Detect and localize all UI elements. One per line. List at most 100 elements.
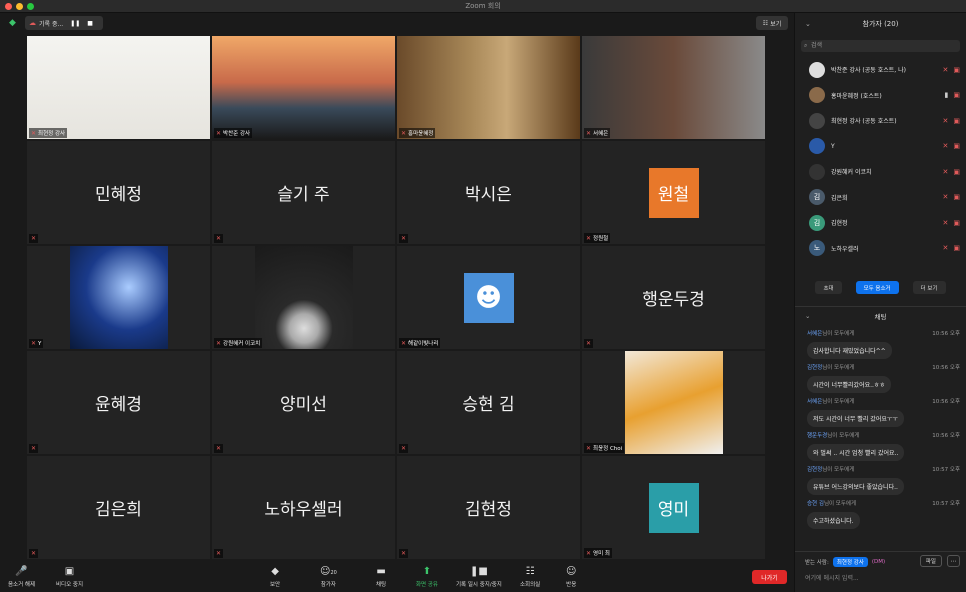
muted-mic-icon: ✕ <box>31 235 37 242</box>
breakout-rooms-button[interactable]: ☷ 소회의실 <box>520 565 540 588</box>
video-tile[interactable]: ✕ 최현정 강사 <box>27 36 210 139</box>
invite-button[interactable]: 초대 <box>815 281 842 294</box>
chat-message: 서혜은님이 모두에게 10:56 오후 저도 시간이 너무 빨리 갔어요ㅜㅜ <box>795 397 966 427</box>
side-panel: ⌄ 참가자 (20) ⌕ 검색 박찬준 강사 (공동 호스트, 나) ✕ ▣ 홍마윤혜… <box>794 13 966 592</box>
muted-mic-icon: ✕ <box>216 339 222 347</box>
participant-item[interactable]: 강원혜커 이코치 ✕ ▣ <box>795 159 966 185</box>
chat-message: 김현정님이 모두에게 10:56 오후 시간이 너무빨리갔어요..ㅎㅎ <box>795 363 966 393</box>
participant-item[interactable]: 홍마윤혜정 (호스트) ▮ ▣ <box>795 83 966 109</box>
chat-message: 승현 김님이 모두에게 10:57 오후 수고하셨습니다. <box>795 499 966 529</box>
chat-button[interactable]: ▬ 채팅 <box>376 565 386 588</box>
chat-bubble: 와 벌써 .. 시간 엄청 빨리 갔어요.. <box>807 444 905 461</box>
view-button[interactable]: ☷ 보기 <box>756 16 788 30</box>
participant-item-name: 최현정 강사 (공동 호스트) <box>831 118 897 126</box>
reactions-label: 반응 <box>566 582 577 588</box>
smiley-icon: ☺ <box>566 566 577 577</box>
meeting-toolbar: 🎤 음소거 해제 ▣ 비디오 중지 ◆ 보안 ☺20 참가자 ▬ 채팅 ⬆ 화면… <box>0 562 793 592</box>
video-tile[interactable]: 행운두경 ✕ <box>582 246 765 349</box>
file-button[interactable]: 파일 <box>919 555 942 567</box>
participant-item[interactable]: 김 김은희 ✕ ▣ <box>795 185 966 211</box>
chat-sender[interactable]: 김현정 <box>807 467 822 473</box>
video-tile[interactable]: ✕ 최윤정 Choi <box>582 351 765 454</box>
chat-sender-line: 김현정님이 모두에게 <box>807 465 854 474</box>
recording-indicator[interactable]: ☁ 기록 중... ❚❚ ■ <box>25 16 103 30</box>
video-tile[interactable]: ✕ 강원혜커 이코치 <box>212 246 395 349</box>
chat-sender[interactable]: 서혜은 <box>807 399 822 405</box>
chat-messages[interactable]: 서혜은님이 모두에게 10:56 오후 감사합니다 재밌었습니다^^ 김현정님이 모두… <box>795 329 966 545</box>
tile-label: ✕ <box>214 549 224 558</box>
video-tile[interactable]: 슬기 주 ✕ <box>212 141 395 244</box>
chat-recipient: 님이 모두에게 <box>822 399 855 405</box>
chevron-down-icon[interactable]: ⌄ <box>805 312 810 320</box>
participant-item-name: 노하우셀러 <box>831 245 859 253</box>
video-tile[interactable]: 윤혜경 ✕ <box>27 351 210 454</box>
participant-name: 민혜정 <box>95 185 142 205</box>
chat-input[interactable]: 여기에 메시지 입력... <box>805 573 859 582</box>
video-tile[interactable]: 김현정 ✕ <box>397 456 580 559</box>
participant-name: 양미선 <box>280 395 327 415</box>
video-tile[interactable]: ✕ Y <box>27 246 210 349</box>
share-screen-button[interactable]: ⬆ 화면 공유 <box>416 565 438 588</box>
participant-name: 슬기 주 <box>277 185 330 205</box>
chat-message-header: 김현정님이 모두에게 10:57 오후 <box>807 465 960 474</box>
people-icon: ☺20 <box>320 566 337 577</box>
chat-sender-line: 서혜은님이 모두에게 <box>807 329 854 338</box>
video-off-icon: ▣ <box>953 116 960 125</box>
shield-icon[interactable]: ◆ <box>9 18 19 28</box>
participant-name: 김현정 <box>465 500 512 520</box>
participants-button[interactable]: ☺20 참가자 <box>320 565 337 588</box>
chat-message-header: 행운두경님이 모두에게 10:56 오후 <box>807 431 960 440</box>
muted-mic-icon: ✕ <box>216 550 222 557</box>
record-controls-button[interactable]: ❚■ 기록 일시 중지/중지 <box>456 565 502 588</box>
participant-item[interactable]: 노 노하우셀러 ✕ ▣ <box>795 236 966 262</box>
participant-search-input[interactable]: ⌕ 검색 <box>801 40 960 52</box>
chat-sender[interactable]: 김현정 <box>807 365 822 371</box>
more-options-icon[interactable]: ⋯ <box>947 555 960 567</box>
stop-video-button[interactable]: ▣ 비디오 중지 <box>56 565 83 588</box>
video-tile[interactable]: 민혜정 ✕ <box>27 141 210 244</box>
video-tile[interactable]: 승현 김 ✕ <box>397 351 580 454</box>
video-tile[interactable]: 양미선 ✕ <box>212 351 395 454</box>
participant-status-icons: ✕ ▣ <box>943 244 961 252</box>
grid-icon: ☷ <box>525 566 535 577</box>
video-tile[interactable]: 원철 ✕ 정원철 <box>582 141 765 244</box>
security-button[interactable]: ◆ 보안 <box>270 565 280 588</box>
participant-item[interactable]: 박찬준 강사 (공동 호스트, 나) ✕ ▣ <box>795 57 966 83</box>
participant-item[interactable]: Y ✕ ▣ <box>795 134 966 160</box>
pause-icon[interactable]: ❚❚ <box>70 20 80 27</box>
unmute-button[interactable]: 🎤 음소거 해제 <box>8 565 35 588</box>
participant-item[interactable]: 최현정 강사 (공동 호스트) ✕ ▣ <box>795 108 966 134</box>
mute-all-button[interactable]: 모두 음소거 <box>855 281 899 294</box>
chat-message-header: 김현정님이 모두에게 10:56 오후 <box>807 363 960 372</box>
stop-icon[interactable]: ■ <box>87 20 93 27</box>
more-button[interactable]: 더 보기 <box>912 281 946 294</box>
recipient-dropdown[interactable]: 최현정 강사 <box>832 557 868 567</box>
meeting-topbar: ◆ ☁ 기록 중... ❚❚ ■ ☷ 보기 <box>0 13 793 33</box>
chat-sender[interactable]: 서혜은 <box>807 331 822 337</box>
reactions-button[interactable]: ☺ 반응 <box>566 565 576 588</box>
video-tile[interactable]: 김은희 ✕ <box>27 456 210 559</box>
video-tile[interactable]: 노하우셀러 ✕ <box>212 456 395 559</box>
tile-label-text: Y <box>38 340 42 347</box>
muted-mic-icon: ✕ <box>31 340 37 347</box>
video-tile[interactable]: ✕ 박찬준 강사 <box>212 36 395 139</box>
cloud-record-icon: ☁ <box>29 19 36 27</box>
video-tile[interactable]: 영미 ✕ 영미 최 <box>582 456 765 559</box>
muted-mic-icon: ✕ <box>942 65 949 74</box>
video-feed <box>27 36 210 139</box>
chat-sender[interactable]: 승현 김 <box>807 501 824 507</box>
window-title: Zoom 회의 <box>465 2 501 10</box>
video-tile[interactable]: ✕ 홍마윤혜정 <box>397 36 580 139</box>
participant-item[interactable]: 김 김현정 ✕ ▣ <box>795 210 966 236</box>
chat-sender[interactable]: 행운두경 <box>807 433 827 439</box>
video-feed <box>624 351 723 454</box>
video-tile[interactable]: ✕ 서혜은 <box>582 36 765 139</box>
stop-video-label: 비디오 중지 <box>56 582 84 588</box>
chevron-down-icon[interactable]: ⌄ <box>805 20 811 28</box>
video-tile[interactable]: 박시은 ✕ <box>397 141 580 244</box>
video-tile[interactable]: ☻ ✕ 해같이빛나리 <box>397 246 580 349</box>
share-arrow-icon: ⬆ <box>422 566 432 577</box>
participant-item-name: 김현정 <box>831 220 848 228</box>
participant-name: 승현 김 <box>462 395 515 415</box>
leave-button[interactable]: 나가기 <box>752 570 787 584</box>
